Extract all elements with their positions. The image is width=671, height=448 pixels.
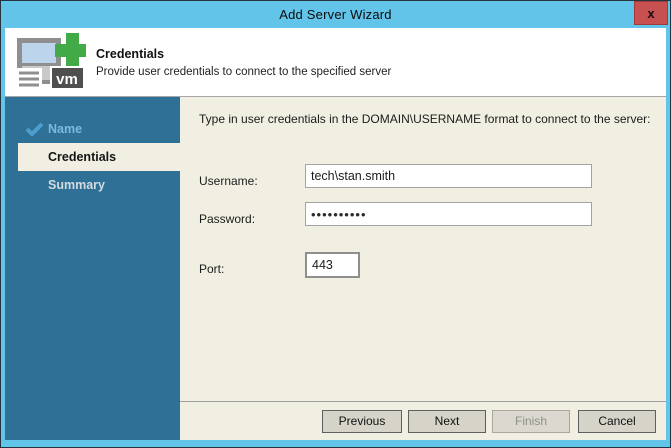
page-subtitle: Provide user credentials to connect to t…	[96, 65, 392, 78]
wizard-header: vm Credentials Provide user credentials …	[5, 28, 666, 97]
port-label: Port:	[199, 262, 225, 276]
titlebar: Add Server Wizard x	[5, 1, 668, 28]
wizard-footer: Previous Next Finish Cancel	[180, 401, 666, 440]
username-input[interactable]	[305, 164, 592, 188]
cancel-button[interactable]: Cancel	[578, 409, 656, 433]
page-title: Credentials	[96, 46, 165, 61]
sidebar-item-credentials[interactable]: Credentials	[18, 143, 180, 171]
step-label: Name	[48, 122, 83, 136]
instruction-text: Type in user credentials in the DOMAIN\U…	[199, 112, 651, 126]
step-label: Summary	[48, 178, 105, 192]
sidebar-item-name[interactable]: Name	[5, 115, 180, 143]
password-input[interactable]	[305, 202, 592, 226]
port-input[interactable]	[305, 252, 360, 278]
step-label: Credentials	[48, 150, 117, 164]
previous-button[interactable]: Previous	[322, 409, 402, 433]
username-label: Username:	[199, 174, 258, 188]
add-server-wizard-window: Add Server Wizard x vm Credentials Provi…	[0, 0, 671, 448]
credentials-form: Type in user credentials in the DOMAIN\U…	[180, 97, 666, 401]
checkmark-icon	[25, 122, 44, 136]
finish-button[interactable]: Finish	[492, 409, 570, 433]
window-title: Add Server Wizard	[279, 7, 392, 22]
password-label: Password:	[199, 212, 256, 226]
next-button[interactable]: Next	[408, 409, 486, 433]
sidebar-item-summary[interactable]: Summary	[5, 171, 180, 199]
add-vm-server-icon: vm	[16, 33, 86, 90]
close-button[interactable]: x	[634, 1, 668, 25]
svg-text:vm: vm	[56, 71, 78, 88]
wizard-steps-sidebar: Name Credentials Summary	[5, 97, 180, 440]
close-icon: x	[647, 5, 655, 21]
